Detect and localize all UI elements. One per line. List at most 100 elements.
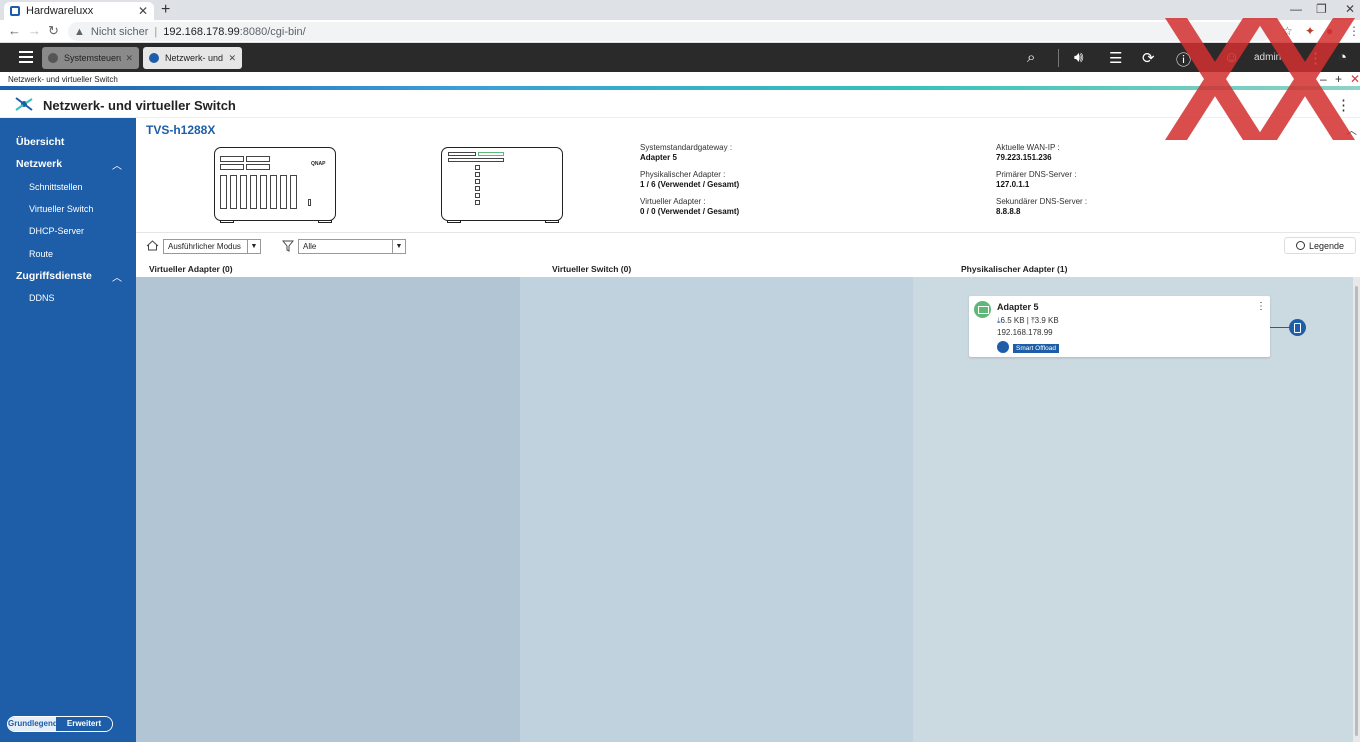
maximize-app-icon[interactable]: + <box>1335 72 1342 86</box>
restore-window-icon[interactable]: ❐ <box>1316 2 1327 16</box>
user-icon[interactable]: ☺ <box>1224 49 1239 66</box>
app-tab-control-panel[interactable]: Systemsteuerung ✕ <box>42 47 139 69</box>
legend-button[interactable]: Legende <box>1284 237 1356 254</box>
smart-offload-badge: Smart Offload <box>1013 344 1059 353</box>
dropdown-arrow-icon: ▼ <box>247 240 260 253</box>
mode-toggle[interactable]: Grundlegend Erweitert <box>7 716 113 732</box>
browser-tab[interactable]: Hardwareluxx ✕ <box>4 2 154 20</box>
browser-tab-strip: Hardwareluxx ✕ + — ❐ ✕ <box>0 0 1360 20</box>
nas-foot <box>447 220 461 223</box>
nas-slot <box>220 156 244 162</box>
wan-ip-label: Aktuelle WAN-IP : <box>996 143 1060 152</box>
sidebar-item-interfaces[interactable]: Schnittstellen <box>29 182 83 192</box>
sidebar: Übersicht Netzwerk ︿ Schnittstellen Virt… <box>0 118 136 742</box>
nas-slot <box>478 152 504 156</box>
sidebar-item-virtual-switch[interactable]: Virtueller Switch <box>29 204 93 214</box>
legend-label: Legende <box>1308 240 1345 251</box>
scrollbar-thumb[interactable] <box>1355 286 1358 736</box>
filter-select[interactable]: Alle ▼ <box>298 239 406 254</box>
sidebar-item-access-services[interactable]: Zugriffsdienste <box>16 270 92 282</box>
secondary-dns-label: Sekundärer DNS-Server : <box>996 197 1088 206</box>
mode-basic-option[interactable]: Grundlegend <box>8 717 58 731</box>
drive-bay <box>220 175 227 209</box>
adapter-link-line <box>1270 327 1290 328</box>
download-value: 6.5 KB <box>1000 316 1025 325</box>
wan-ip-value: 79.223.151.236 <box>996 153 1052 162</box>
back-icon[interactable]: ← <box>8 23 21 38</box>
physical-adapter-value: 1 / 6 (Verwendet / Gesamt) <box>640 180 740 189</box>
lan-port <box>475 200 480 205</box>
sidebar-item-network[interactable]: Netzwerk <box>16 158 62 170</box>
device-name: TVS-h1288X <box>146 123 216 137</box>
filter-icon[interactable] <box>282 240 294 252</box>
new-tab-icon[interactable]: + <box>161 1 170 19</box>
adapter-card[interactable]: Adapter 5 ⤓6.5 KB | ⤒3.9 KB 192.168.178.… <box>969 296 1270 357</box>
extension-icon[interactable]: ✦ <box>1305 24 1315 38</box>
network-switch-logo-icon <box>15 97 33 111</box>
ethernet-port-icon[interactable] <box>1289 319 1306 336</box>
drive-bay <box>240 175 247 209</box>
card-menu-icon[interactable]: ⋮ <box>1256 301 1266 312</box>
minimize-app-icon[interactable]: – <box>1320 72 1327 86</box>
nas-front-image: QNAP <box>214 147 336 221</box>
address-bar[interactable]: ▲ Nicht sicher | 192.168.178.99:8080/cgi… <box>68 22 1272 41</box>
close-window-icon[interactable]: ✕ <box>1345 2 1355 16</box>
profile-avatar-icon[interactable]: ● <box>1326 24 1333 38</box>
more-icon[interactable]: ⋮ <box>1308 49 1323 67</box>
close-app-icon[interactable]: ✕ <box>1350 72 1360 86</box>
mode-advanced-option[interactable]: Erweitert <box>56 717 112 731</box>
app-tab-network-switch[interactable]: Netzwerk- und ... ✕ <box>143 47 242 69</box>
virtual-adapter-column-header: Virtueller Adapter (0) <box>149 264 233 274</box>
close-app-tab-icon[interactable]: ✕ <box>125 53 133 64</box>
nas-rear-image <box>441 147 563 221</box>
gear-icon <box>48 53 58 63</box>
app-menu-icon[interactable]: ⋮ <box>1336 96 1351 114</box>
sidebar-item-dhcp-server[interactable]: DHCP-Server <box>29 226 84 236</box>
virtual-adapter-value: 0 / 0 (Verwendet / Gesamt) <box>640 207 740 216</box>
info-icon[interactable]: ⓘ <box>1176 49 1191 70</box>
chevron-up-icon[interactable]: ︿ <box>112 157 122 172</box>
browser-toolbar: ← → ↻ ▲ Nicht sicher | 192.168.178.99:80… <box>0 20 1360 43</box>
physical-adapter-label: Physikalischer Adapter : <box>640 170 726 179</box>
close-app-tab-icon[interactable]: ✕ <box>228 53 236 64</box>
bookmark-star-icon[interactable]: ☆ <box>1282 24 1293 38</box>
nas-slot <box>448 152 476 156</box>
drive-bay <box>250 175 257 209</box>
lan-port <box>475 172 480 177</box>
home-icon[interactable] <box>146 240 159 251</box>
sidebar-item-route[interactable]: Route <box>29 249 53 259</box>
user-name[interactable]: admin <box>1254 52 1281 63</box>
drive-bay <box>270 175 277 209</box>
close-tab-icon[interactable]: ✕ <box>138 4 148 18</box>
sidebar-item-ddns[interactable]: DDNS <box>29 293 55 303</box>
adapter-status-icon <box>974 301 991 318</box>
reload-icon[interactable]: ↻ <box>48 23 59 39</box>
chevron-up-icon[interactable]: ︿ <box>112 269 122 284</box>
sync-icon[interactable]: ⟳ <box>1142 49 1155 67</box>
window-titlebar: Netzwerk- und virtueller Switch – + ✕ <box>0 72 1360 86</box>
dashboard-icon[interactable]: ◔ <box>1338 49 1347 66</box>
gateway-value: Adapter 5 <box>640 153 677 162</box>
primary-dns-value: 127.0.1.1 <box>996 180 1030 189</box>
drive-bay <box>230 175 237 209</box>
collapse-icon[interactable]: ︿ <box>1346 122 1357 138</box>
lan-port <box>475 186 480 191</box>
legend-icon <box>1295 241 1305 250</box>
address-separator: | <box>154 25 158 38</box>
volume-icon[interactable]: 🔊︎ <box>1074 49 1083 66</box>
browser-menu-icon[interactable]: ⋮ <box>1348 24 1360 38</box>
sidebar-item-overview[interactable]: Übersicht <box>16 136 64 148</box>
forward-icon[interactable]: → <box>28 23 41 38</box>
app-header: Netzwerk- und virtueller Switch ⋮ <box>0 90 1360 118</box>
task-stack-icon[interactable]: ☰ <box>1109 49 1122 67</box>
minimize-window-icon[interactable]: — <box>1290 2 1302 16</box>
upload-value: 3.9 KB <box>1034 316 1059 325</box>
view-mode-select[interactable]: Ausführlicher Modus ▼ <box>163 239 261 254</box>
nas-foot <box>545 220 559 223</box>
search-icon[interactable]: ⌕ <box>1027 49 1035 66</box>
view-mode-value: Ausführlicher Modus <box>168 242 241 251</box>
main-menu-icon[interactable] <box>19 51 33 63</box>
physical-adapter-column-header: Physikalischer Adapter (1) <box>961 264 1068 274</box>
dropdown-arrow-icon: ▼ <box>392 240 405 253</box>
section-divider <box>136 232 1360 233</box>
